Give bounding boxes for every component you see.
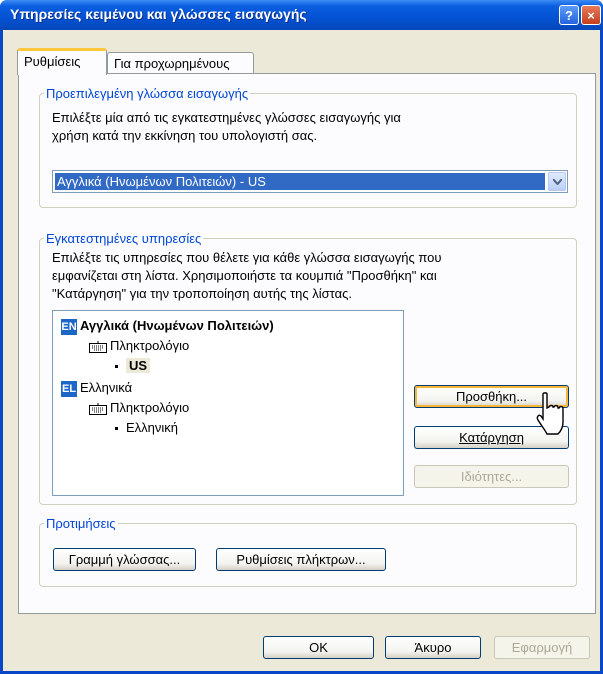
tree-node-greek-layout[interactable]: Ελληνική — [115, 419, 178, 437]
default-language-description-line2: χρήση κατά την εκκίνηση του υπολογιστή σ… — [52, 128, 318, 143]
tree-node-greek[interactable]: EL Ελληνικά — [61, 379, 132, 397]
default-language-select[interactable]: Αγγλικά (Ηνωμένων Πολιτειών) - US — [52, 170, 568, 193]
apply-button[interactable]: Εφαρμογή — [494, 636, 590, 659]
el-language-icon: EL — [61, 380, 77, 397]
tree-node-us-layout[interactable]: US — [115, 357, 151, 375]
properties-button[interactable]: Ιδιότητες... — [414, 465, 569, 488]
tree-node-english-keyboard-label: Πληκτρολόγιο — [110, 338, 190, 353]
language-bar-button[interactable]: Γραμμή γλώσσας... — [53, 548, 196, 571]
bullet-icon — [115, 427, 118, 431]
tree-node-us-label: US — [126, 358, 151, 373]
default-language-description-line1: Επιλέξτε μία από τις εγκατεστημένες γλώσ… — [52, 110, 401, 125]
installed-services-description-line3: "Κατάργηση" για την τροποποίηση αυτής τη… — [52, 286, 352, 301]
key-settings-button[interactable]: Ρυθμίσεις πλήκτρων... — [216, 548, 386, 571]
tree-node-greek-layout-label: Ελληνική — [126, 420, 179, 435]
tab-advanced[interactable]: Για προχωρημένους — [107, 52, 254, 74]
title-bar[interactable]: Υπηρεσίες κειμένου και γλώσσες εισαγωγής… — [0, 0, 603, 30]
tree-node-greek-keyboard-label: Πληκτρολόγιο — [110, 400, 190, 415]
close-button[interactable]: × — [581, 5, 601, 25]
help-button[interactable]: ? — [559, 5, 579, 25]
default-language-legend: Προεπιλεγμένη γλώσσα εισαγωγής — [46, 86, 249, 101]
settings-panel: Προεπιλεγμένη γλώσσα εισαγωγής Επιλέξτε … — [18, 73, 596, 614]
bullet-icon — [115, 365, 118, 369]
tree-node-greek-keyboard[interactable]: Πληκτρολόγιο — [89, 399, 189, 417]
default-language-value: Αγγλικά (Ηνωμένων Πολιτειών) - US — [55, 173, 545, 190]
cancel-button[interactable]: Άκυρο — [385, 636, 481, 659]
hand-cursor-icon — [536, 392, 564, 435]
tab-settings[interactable]: Ρυθμίσεις — [17, 48, 107, 75]
tree-node-english[interactable]: EN Αγγλικά (Ηνωμένων Πολιτειών) — [61, 317, 274, 335]
tree-node-greek-label: Ελληνικά — [80, 380, 133, 395]
installed-services-description-line2: εμφανίζεται στη λίστα. Χρησιμοποιήστε τα… — [52, 268, 437, 283]
tree-node-english-label: Αγγλικά (Ηνωμένων Πολιτειών) — [80, 318, 274, 333]
chevron-down-icon[interactable] — [548, 172, 566, 191]
keyboard-icon — [89, 402, 107, 415]
installed-services-description-line1: Επιλέξτε τις υπηρεσίες που θέλετε για κά… — [52, 250, 442, 265]
ok-button[interactable]: OK — [263, 636, 374, 659]
tree-node-english-keyboard[interactable]: Πληκτρολόγιο — [89, 337, 189, 355]
services-tree[interactable]: EN Αγγλικά (Ηνωμένων Πολιτειών) Πληκτρολό… — [52, 310, 404, 496]
remove-button-label: Κατάργηση — [459, 430, 524, 445]
window-title: Υπηρεσίες κειμένου και γλώσσες εισαγωγής — [10, 6, 307, 22]
installed-services-legend: Εγκατεστημένες υπηρεσίες — [46, 231, 202, 246]
keyboard-icon — [89, 340, 107, 353]
en-language-icon: EN — [61, 318, 77, 335]
preferences-legend: Προτιμήσεις — [46, 516, 116, 531]
